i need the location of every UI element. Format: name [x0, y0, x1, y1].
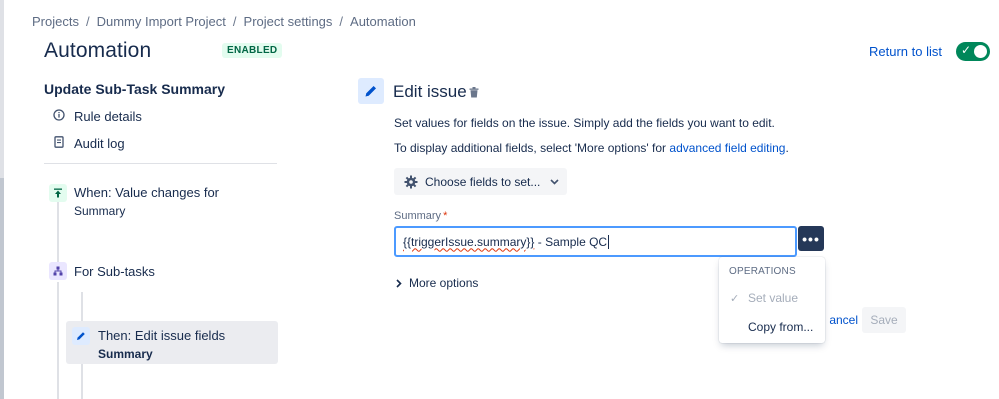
- editor-title: Edit issue: [393, 82, 467, 101]
- pencil-icon: [72, 327, 90, 345]
- timeline-connector: [81, 364, 83, 399]
- scroll-track[interactable]: [0, 0, 4, 399]
- required-mark: *: [443, 210, 448, 222]
- breadcrumb-separator: /: [232, 14, 237, 29]
- choose-fields-label: Choose fields to set...: [425, 174, 541, 189]
- action-field: Summary: [98, 347, 153, 361]
- return-to-list-link[interactable]: Return to list: [869, 44, 942, 59]
- breadcrumb-automation[interactable]: Automation: [350, 14, 416, 29]
- document-icon: [52, 136, 66, 151]
- trash-icon[interactable]: [469, 85, 479, 103]
- timeline-connector: [57, 282, 59, 399]
- sidebar-item-rule-details[interactable]: Rule details: [52, 109, 142, 124]
- check-icon: ✓: [730, 292, 740, 305]
- text-cursor: [608, 234, 610, 249]
- edit-issue-icon: [358, 78, 384, 104]
- dropdown-heading: OPERATIONS: [729, 266, 796, 277]
- breadcrumb: Projects / Dummy Import Project / Project se…: [32, 14, 416, 29]
- trigger-label[interactable]: When: Value changes for: [74, 185, 219, 200]
- rule-enabled-toggle[interactable]: ✓: [956, 42, 990, 61]
- breadcrumb-project[interactable]: Dummy Import Project: [97, 14, 226, 29]
- branch-icon: [49, 262, 67, 280]
- summary-input[interactable]: {{triggerIssue.summary}} - Sample QC: [394, 226, 797, 257]
- dropdown-item-label: Set value: [748, 291, 799, 305]
- save-button[interactable]: Save: [862, 307, 906, 333]
- trigger-field: Summary: [74, 204, 126, 218]
- dropdown-item-copy-from[interactable]: Copy from...: [719, 314, 825, 340]
- page-title: Automation: [44, 39, 152, 62]
- advanced-field-editing-link[interactable]: advanced field editing: [669, 141, 785, 155]
- operations-dropdown: OPERATIONS ✓ Set value Copy from...: [719, 257, 825, 343]
- breadcrumb-projects[interactable]: Projects: [32, 14, 79, 29]
- scroll-thumb[interactable]: [0, 178, 4, 399]
- dropdown-item-label: Copy from...: [748, 320, 814, 334]
- description-text: .: [785, 141, 789, 155]
- status-badge: ENABLED: [222, 43, 283, 58]
- choose-fields-button[interactable]: Choose fields to set...: [394, 168, 567, 195]
- chevron-right-icon: [396, 278, 402, 288]
- field-label-text: Summary: [394, 210, 442, 222]
- editor-description-advanced: To display additional fields, select 'Mo…: [394, 141, 789, 155]
- branch-label[interactable]: For Sub-tasks: [74, 264, 155, 279]
- check-icon: ✓: [961, 43, 972, 57]
- description-text: To display additional fields, select 'Mo…: [394, 141, 670, 155]
- action-label[interactable]: Then: Edit issue fields: [98, 328, 225, 343]
- summary-field-label: Summary *: [394, 210, 447, 222]
- info-icon: [52, 109, 66, 124]
- rule-name: Update Sub-Task Summary: [44, 81, 226, 97]
- timeline-connector: [57, 202, 59, 264]
- field-operations-button[interactable]: •••: [798, 226, 824, 251]
- sidebar-item-audit-log[interactable]: Audit log: [52, 136, 125, 151]
- trigger-icon: [49, 184, 67, 202]
- more-options-label: More options: [409, 276, 479, 290]
- gear-icon: [404, 175, 418, 189]
- sidebar-item-label: Audit log: [74, 136, 125, 151]
- toggle-knob: [974, 45, 987, 58]
- more-options-toggle[interactable]: More options: [396, 276, 478, 290]
- sidebar-item-label: Rule details: [74, 109, 142, 124]
- chevron-down-icon: [550, 178, 559, 185]
- dropdown-item-set-value[interactable]: ✓ Set value: [719, 285, 825, 311]
- sidebar-divider: [44, 163, 277, 164]
- breadcrumb-separator: /: [339, 14, 344, 29]
- breadcrumb-separator: /: [85, 14, 90, 29]
- editor-description: Set values for fields on the issue. Simp…: [394, 116, 775, 130]
- timeline-connector: [81, 292, 83, 322]
- breadcrumb-project-settings[interactable]: Project settings: [244, 14, 333, 29]
- smart-value-text: {{triggerIssue.summary}}: [403, 234, 535, 249]
- summary-value-text: - Sample QC: [534, 234, 608, 249]
